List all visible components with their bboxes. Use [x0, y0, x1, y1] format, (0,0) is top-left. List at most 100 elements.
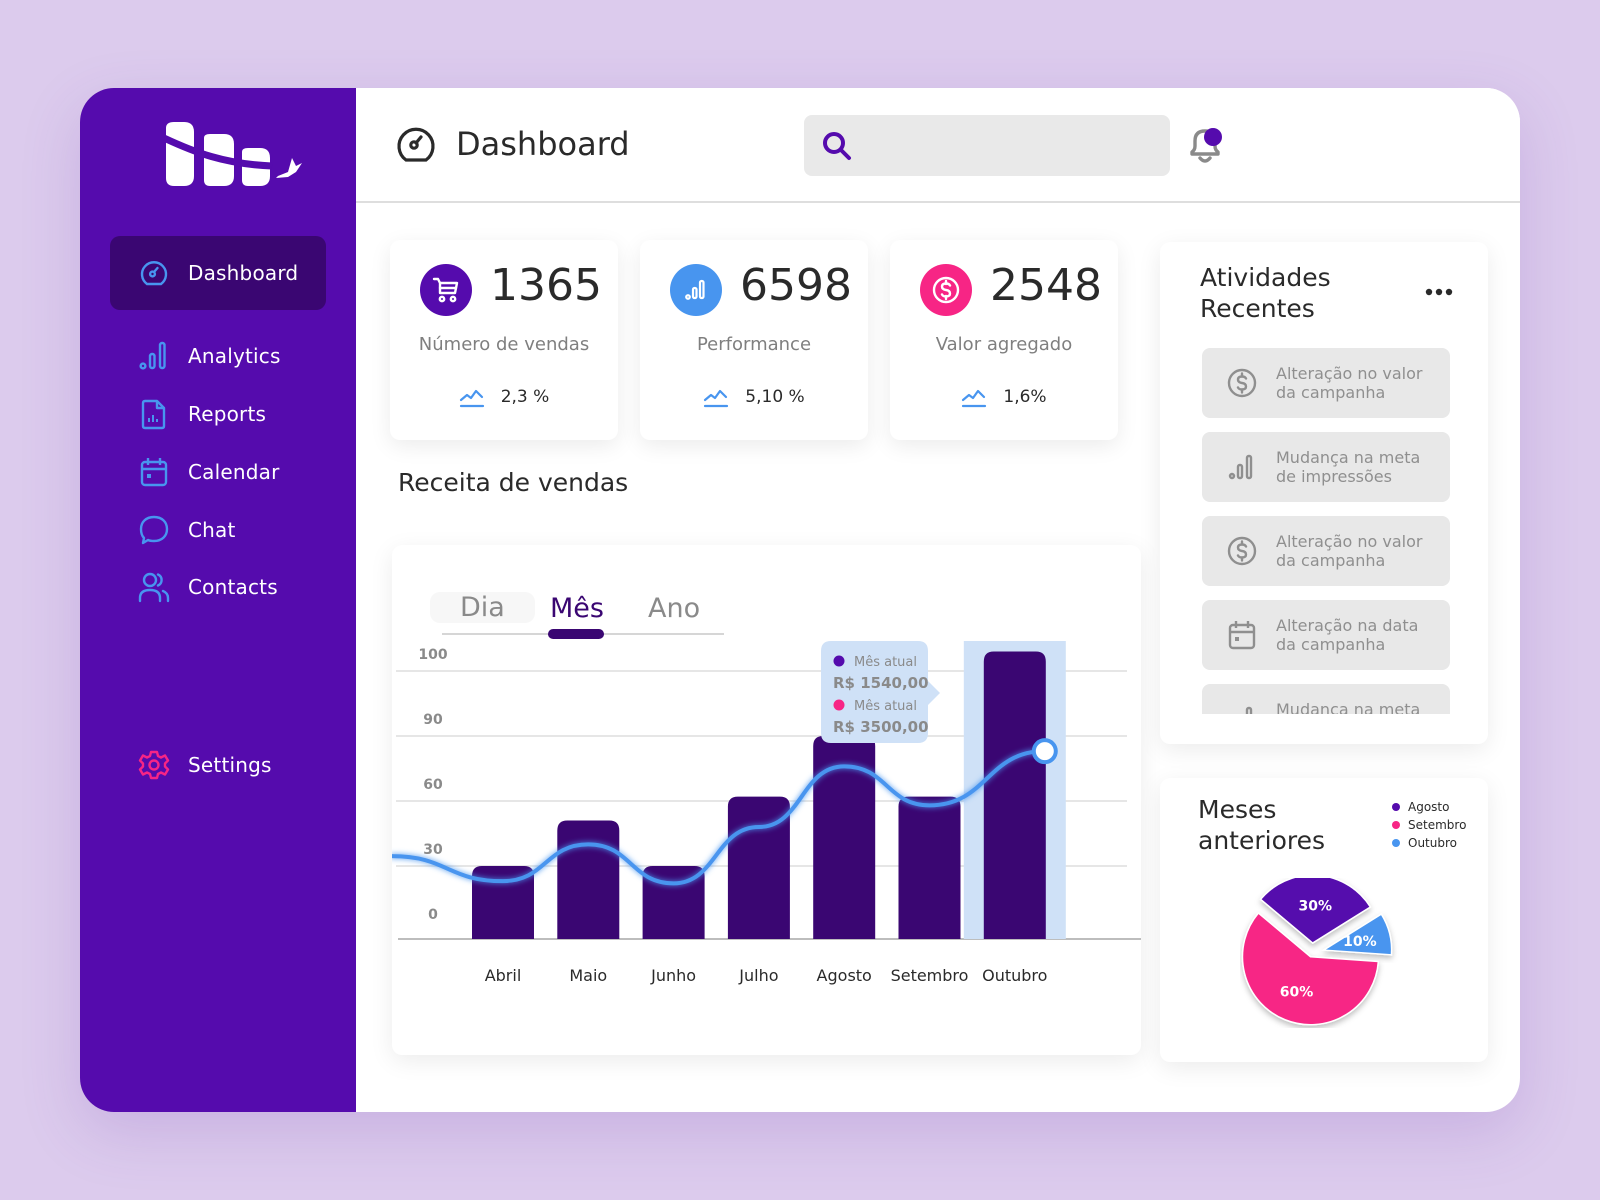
search-input[interactable] — [854, 115, 1170, 176]
revenue-section-title: Receita de vendas — [398, 468, 629, 497]
pie-slice-label: 60% — [1280, 984, 1314, 1000]
dollar-icon — [1227, 536, 1257, 566]
stat-label: Performance — [696, 334, 812, 355]
stat-value: 2548 — [990, 260, 1102, 311]
bar-setembro[interactable] — [898, 796, 961, 939]
pie-legend: Agosto Setembro Outubro — [1392, 798, 1466, 852]
activity-text: Alteração no valor da campanha — [1276, 532, 1423, 570]
y-tick-label: 0 — [428, 907, 438, 923]
tooltip-value: R$ 3500,00 — [833, 718, 929, 736]
bar-outubro[interactable] — [983, 651, 1046, 940]
legend-item: Setembro — [1392, 816, 1466, 834]
gauge-icon — [140, 261, 168, 286]
gear-icon — [138, 750, 170, 780]
x-tick-label: Agosto — [817, 966, 872, 985]
more-horizontal-icon[interactable] — [1424, 284, 1454, 300]
trend-line-icon — [459, 389, 484, 408]
activity-item[interactable]: Alteração no valor da campanha — [1202, 516, 1450, 586]
stat-trend-value: 5,10 % — [745, 387, 805, 407]
previous-months-pie: 30% 10% 60% — [1241, 878, 1393, 1026]
dollar-icon — [932, 276, 960, 304]
sidebar-item-dashboard[interactable]: Dashboard — [110, 236, 326, 310]
tooltip-label: Mês atual — [854, 655, 917, 670]
stat-card-value[interactable]: 2548 Valor agregado 1,6% — [890, 240, 1118, 440]
sidebar-item-label: Chat — [188, 518, 236, 542]
legend-item: Outubro — [1392, 834, 1466, 852]
legend-item: Agosto — [1392, 798, 1466, 816]
pie-slice-label: 10% — [1343, 934, 1377, 950]
stat-card-performance[interactable]: 6598 Performance 5,10 % — [640, 240, 868, 440]
bell-icon[interactable] — [1182, 122, 1228, 168]
activity-item[interactable]: Mudança na metade impressões — [1202, 684, 1450, 714]
activities-title: Atividades Recentes — [1200, 262, 1380, 324]
tooltip-value: R$ 1540,00 — [833, 674, 929, 692]
revenue-chart-card: Dia Mês Ano 0 30 60 90 100 Abril Maio Junho Julh… — [392, 545, 1141, 1055]
search-icon[interactable] — [820, 129, 854, 163]
activities-list[interactable]: Alteração no valor da campanha Mudança na… — [1202, 348, 1450, 714]
stat-trend-value: 1,6% — [1003, 387, 1047, 407]
y-tick-label: 30 — [423, 842, 443, 858]
trend-line-icon — [704, 389, 729, 408]
activity-text: Mudança na metade impressões — [1276, 448, 1421, 486]
x-tick-label: Abril — [485, 966, 522, 985]
activity-text: Mudança na metade impressões — [1276, 700, 1421, 714]
recent-activities-card: Atividades Recentes Alteração no valor da… — [1160, 242, 1488, 744]
report-file-icon — [141, 399, 166, 430]
bar-chart-icon — [685, 279, 705, 300]
cart-icon — [432, 277, 459, 303]
activity-item[interactable]: Alteração no valor da campanha — [1202, 348, 1450, 418]
pie-title: Meses anteriores — [1198, 794, 1325, 856]
x-tick-label: Outubro — [982, 966, 1047, 985]
gauge-icon — [397, 127, 435, 162]
legend-label: Outubro — [1408, 836, 1457, 850]
sidebar-item-contacts[interactable]: Contacts — [110, 550, 326, 624]
search-bar[interactable] — [804, 115, 1170, 176]
x-tick-label: Junho — [650, 966, 696, 985]
calendar-icon — [1228, 621, 1256, 650]
calendar-icon — [140, 458, 168, 487]
tooltip-dot — [833, 655, 845, 667]
stat-icon-badge — [920, 264, 972, 316]
app-logo[interactable] — [164, 122, 304, 186]
stat-value: 1365 — [490, 260, 602, 311]
tooltip-label: Mês atual — [854, 699, 917, 714]
stat-card-sales[interactable]: 1365 Número de vendas 2,3 % — [390, 240, 618, 440]
activities-title-line: Atividades — [1200, 263, 1331, 292]
previous-months-card: Meses anteriores Agosto Setembro Outubro 3… — [1160, 778, 1488, 1062]
bar-maio[interactable] — [557, 820, 620, 940]
chat-bubble-icon — [139, 515, 169, 545]
stat-label: Número de vendas — [418, 334, 590, 355]
stat-icon-badge — [420, 264, 472, 316]
stat-trend-value: 2,3 % — [500, 387, 550, 407]
sidebar: Dashboard Analytics Reports Calendar Cha… — [80, 88, 356, 1112]
users-icon — [138, 572, 170, 603]
top-bar: Dashboard Lucas Oliveira M — [356, 88, 1520, 203]
activity-text: Alteração no valor da campanha — [1276, 364, 1423, 402]
activity-item[interactable]: Alteração na data da campanha — [1202, 600, 1450, 670]
page-title-group: Dashboard — [394, 122, 630, 166]
dollar-icon — [1227, 368, 1257, 398]
app-window: Dashboard Analytics Reports Calendar Cha… — [80, 88, 1520, 1112]
sidebar-item-label: Analytics — [188, 344, 281, 368]
stat-icon-badge — [670, 264, 722, 316]
revenue-bar-chart: 0 30 60 90 100 Abril Maio Junho Julho Agosto Setem… — [392, 641, 1141, 985]
y-tick-label: 90 — [423, 712, 443, 728]
stat-value: 6598 — [740, 260, 852, 311]
bar-chart-icon — [1245, 706, 1253, 714]
trend-line-marker[interactable] — [1031, 738, 1058, 765]
y-tick-label: 100 — [418, 647, 447, 663]
sidebar-item-label: Calendar — [188, 460, 280, 484]
sidebar-item-label: Settings — [188, 753, 272, 777]
activities-title-line: Recentes — [1200, 294, 1315, 323]
stat-trend: 5,10 % — [640, 386, 868, 408]
legend-dot — [1392, 839, 1400, 847]
legend-label: Agosto — [1408, 800, 1450, 814]
sidebar-item-label: Contacts — [188, 575, 278, 599]
pie-slice-label: 30% — [1299, 899, 1333, 915]
notification-badge — [1204, 128, 1222, 146]
tooltip-dot — [833, 699, 845, 711]
sidebar-item-label: Dashboard — [188, 261, 299, 285]
sidebar-item-settings[interactable]: Settings — [110, 728, 326, 802]
activity-item[interactable]: Mudança na metade impressões — [1202, 432, 1450, 502]
bar-chart-icon — [1228, 454, 1253, 480]
